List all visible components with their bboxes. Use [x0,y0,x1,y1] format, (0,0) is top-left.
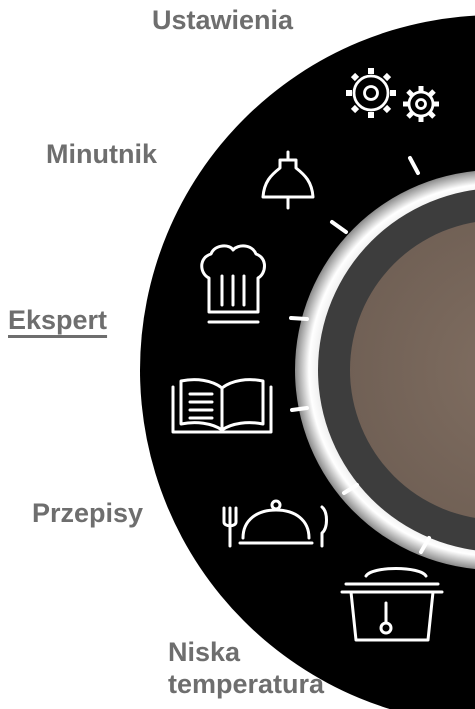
menu-label-ustawienia[interactable]: Ustawienia [152,4,293,36]
menu-label-niska-temperatura[interactable]: Niska temperatura [168,636,324,701]
dial [140,15,475,709]
menu-label-przepisy[interactable]: Przepisy [32,497,143,529]
menu-label-ekspert[interactable]: Ekspert [8,304,107,336]
menu-label-niska-line1: Niska [168,637,241,667]
menu-label-niska-line2: temperatura [168,669,325,700]
menu-label-minutnik[interactable]: Minutnik [46,138,157,170]
